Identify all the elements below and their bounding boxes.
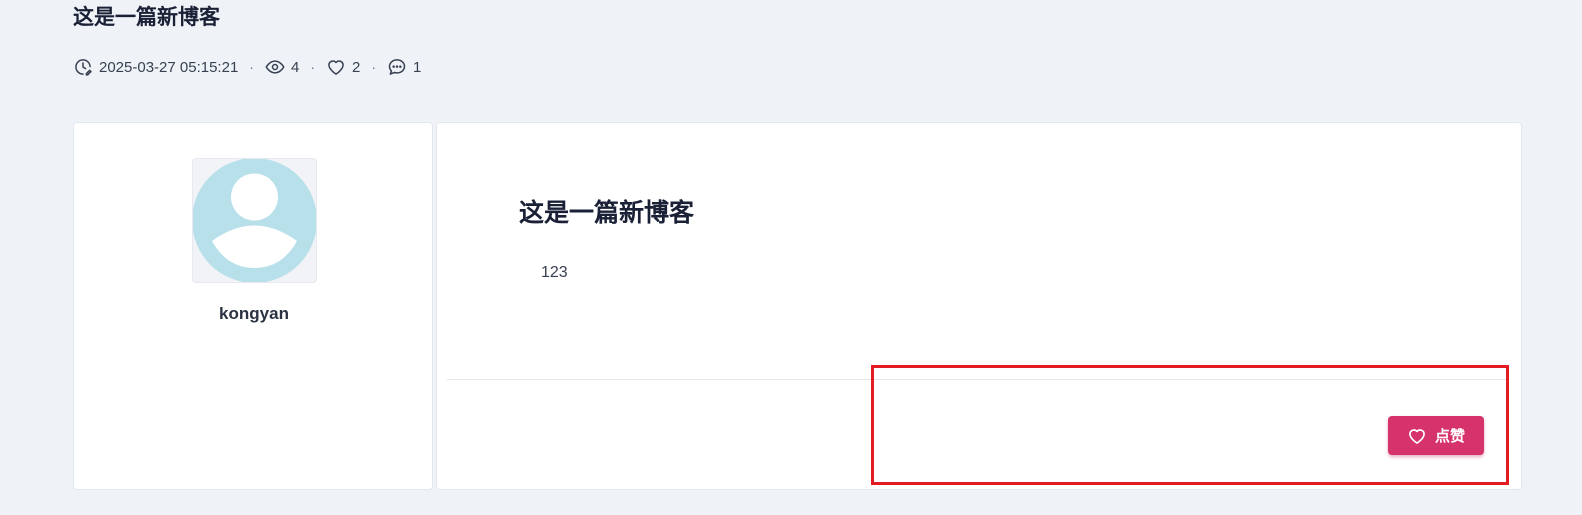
like-button-label: 点赞 <box>1434 428 1465 445</box>
meta-comments: 1 <box>387 57 421 77</box>
meta-likes: 2 <box>326 57 360 77</box>
meta-separator: · <box>249 59 254 75</box>
comment-icon <box>387 57 413 77</box>
meta-separator: · <box>371 59 376 75</box>
eye-icon <box>265 57 291 77</box>
article-body: 123 <box>541 264 568 281</box>
post-meta: 2025-03-27 05:15:21 · 4 · 2 · 1 <box>73 56 421 78</box>
meta-views: 4 <box>265 57 299 77</box>
heart-icon <box>326 57 352 77</box>
article-card: 这是一篇新博客 123 点赞 <box>436 122 1522 490</box>
timestamp-text: 2025-03-27 05:15:21 <box>99 58 239 76</box>
divider <box>447 379 1507 380</box>
default-user-avatar-icon <box>193 159 316 282</box>
meta-separator: · <box>310 59 315 75</box>
clock-icon <box>73 57 99 77</box>
like-button[interactable]: 点赞 <box>1388 416 1484 455</box>
views-count: 4 <box>290 58 300 76</box>
meta-timestamp: 2025-03-27 05:15:21 <box>73 57 238 77</box>
article-title: 这是一篇新博客 <box>519 199 695 227</box>
author-card: kongyan <box>73 122 433 490</box>
likes-count: 2 <box>351 58 361 76</box>
comments-count: 1 <box>413 58 422 76</box>
heart-icon <box>1407 426 1435 446</box>
author-name[interactable]: kongyan <box>74 304 434 324</box>
avatar[interactable] <box>192 158 317 283</box>
page-title: 这是一篇新博客 <box>73 6 220 29</box>
